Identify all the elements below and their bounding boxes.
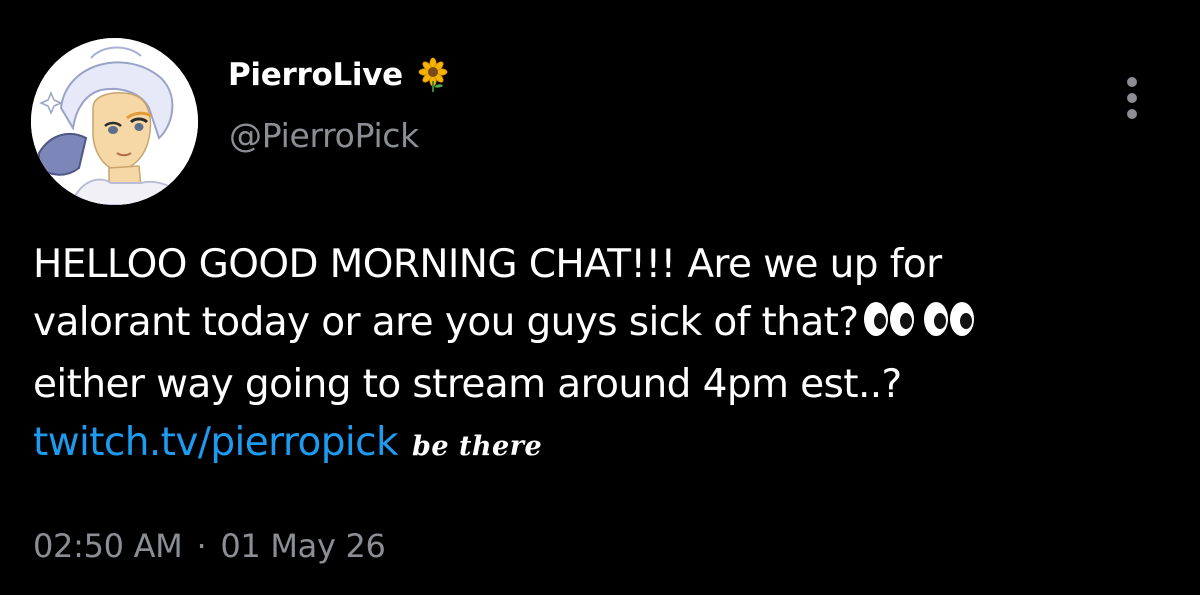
- display-name[interactable]: PierroLive: [228, 57, 403, 93]
- author-row: PierroLive: [228, 52, 451, 98]
- more-options-icon: [1127, 77, 1137, 87]
- twitch-link[interactable]: twitch.tv/pierropick: [33, 420, 399, 465]
- more-options-button[interactable]: [1112, 68, 1152, 128]
- tweet-card: PierroLive @PierroPick HELLOO GOOD MORNI…: [0, 0, 1200, 595]
- tweet-text-line-with-emoji: valorant today or are you guys sick of t…: [33, 294, 1183, 356]
- tweet-text-line: HELLOO GOOD MORNING CHAT!!! Are we up fo…: [33, 242, 942, 287]
- more-options-icon: [1127, 93, 1137, 103]
- meta-separator: ·: [196, 527, 207, 565]
- tweet-date[interactable]: 01 May 26: [220, 527, 386, 565]
- tweet-text-line: either way going to stream around 4pm es…: [33, 362, 902, 407]
- tweet-text: HELLOO GOOD MORNING CHAT!!! Are we up fo…: [33, 236, 1183, 476]
- sunflower-icon: [415, 57, 451, 93]
- more-options-icon: [1127, 109, 1137, 119]
- eyes-icon: [862, 298, 978, 356]
- tweet-time[interactable]: 02:50 AM: [33, 527, 183, 565]
- tweet-text-line: valorant today or are you guys sick of t…: [33, 300, 859, 345]
- tweet-suffix-text: be there: [411, 431, 543, 462]
- tweet-timestamp: 02:50 AM · 01 May 26: [33, 527, 386, 565]
- avatar-illustration: [31, 38, 198, 205]
- tweet-link-line: twitch.tv/pierropick be there: [33, 414, 1183, 476]
- avatar[interactable]: [31, 38, 198, 205]
- user-handle[interactable]: @PierroPick: [229, 116, 419, 155]
